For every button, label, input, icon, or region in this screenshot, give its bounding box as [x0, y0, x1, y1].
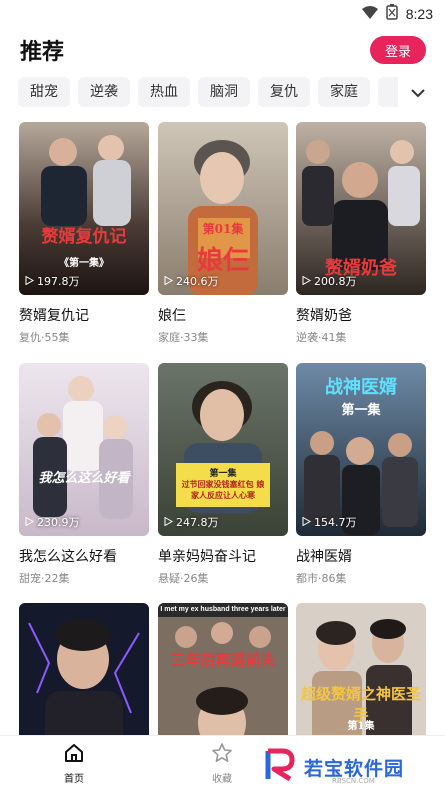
play-icon	[164, 275, 174, 288]
view-count: 240.6万	[164, 273, 219, 289]
cover-caption-sub: I met my ex husband three years later	[160, 606, 286, 613]
drama-cover[interactable]: 第一集 过节回家没钱塞红包 娘家人反应让人心寒 247.8万	[158, 363, 288, 536]
cover-caption: 我怎么这么好看	[38, 471, 130, 486]
cover-caption-sub: 《第一集》	[59, 258, 109, 269]
wifi-icon	[361, 5, 378, 24]
drama-card[interactable]: 第01集 娘仨 240.6万 娘仨 家庭·33集	[158, 122, 288, 345]
header: 推荐 登录	[0, 30, 445, 70]
play-icon	[25, 516, 35, 529]
drama-meta: 复仇·55集	[19, 331, 70, 344]
drama-title[interactable]: 赘婿复仇记	[19, 305, 149, 325]
drama-meta: 家庭·33集	[158, 331, 209, 344]
drama-cover[interactable]: 战神医婿 第一集 154.7万	[296, 363, 426, 536]
nav-favorites-label: 收藏	[212, 774, 232, 785]
login-button[interactable]: 登录	[370, 36, 426, 64]
view-count: 154.7万	[302, 514, 357, 530]
drama-title[interactable]: 我怎么这么好看	[19, 546, 149, 566]
view-count-text: 197.8万	[37, 275, 80, 288]
chevron-down-icon[interactable]	[407, 82, 429, 104]
tab-partial[interactable]	[378, 77, 398, 107]
drama-meta: 悬疑·26集	[158, 572, 209, 585]
watermark: 若宝软件园 RBSCN.COM	[262, 745, 432, 789]
drama-title[interactable]: 单亲妈妈奋斗记	[158, 546, 288, 566]
tab-revenge[interactable]: 复仇	[258, 77, 310, 107]
watermark-logo-icon	[262, 747, 298, 787]
tab-sweet[interactable]: 甜宠	[18, 77, 70, 107]
drama-meta: 逆袭·41集	[296, 331, 347, 344]
view-count-text: 247.8万	[176, 516, 219, 529]
view-count-text: 240.6万	[176, 275, 219, 288]
drama-card[interactable]: 战神医婿 第一集 154.7万 战神医婿 都市·86集	[296, 363, 426, 586]
view-count-text: 154.7万	[314, 516, 357, 529]
tab-fantasy[interactable]: 脑洞	[198, 77, 250, 107]
drama-card[interactable]: 赘婿复仇记 《第一集》 197.8万 赘婿复仇记 复仇·55集	[19, 122, 149, 345]
tab-passion[interactable]: 热血	[138, 77, 190, 107]
drama-cover[interactable]: 赘婿复仇记 《第一集》 197.8万	[19, 122, 149, 295]
play-icon	[164, 516, 174, 529]
cover-caption: 赘婿复仇记	[41, 227, 127, 247]
nav-home-label: 首页	[64, 774, 84, 785]
battery-icon	[386, 4, 398, 24]
view-count: 230.9万	[25, 514, 80, 530]
nav-favorites[interactable]: 收藏	[192, 742, 252, 785]
tab-family[interactable]: 家庭	[318, 77, 370, 107]
star-icon	[211, 743, 233, 768]
cover-caption-sub: 第一集	[209, 469, 237, 479]
view-count-text: 230.9万	[37, 516, 80, 529]
nav-home[interactable]: 首页	[44, 742, 104, 785]
view-count: 247.8万	[164, 514, 219, 530]
drama-title[interactable]: 赘婿奶爸	[296, 305, 426, 325]
cover-caption-sub: 第一集	[341, 403, 381, 418]
cover-caption-sub: 第1集	[347, 721, 375, 732]
drama-cover[interactable]: 我怎么这么好看 230.9万	[19, 363, 149, 536]
play-icon	[302, 516, 312, 529]
page-title: 推荐	[20, 40, 65, 65]
drama-cover[interactable]: 赘婿奶爸 200.8万	[296, 122, 426, 295]
cover-caption: 三年后再遇前夫	[170, 651, 276, 669]
cover-caption: 过节回家没钱塞红包 娘家人反应让人心寒	[181, 479, 265, 500]
category-tabs: 甜宠 逆袭 热血 脑洞 复仇 家庭	[18, 77, 398, 109]
watermark-sub: RBSCN.COM	[332, 777, 375, 785]
drama-card[interactable]: 我怎么这么好看 230.9万 我怎么这么好看 甜宠·22集	[19, 363, 149, 586]
drama-card[interactable]: 第一集 过节回家没钱塞红包 娘家人反应让人心寒 247.8万 单亲妈妈奋斗记 悬…	[158, 363, 288, 586]
view-count: 197.8万	[25, 273, 80, 289]
cover-caption: 战神医婿	[325, 377, 397, 398]
status-bar: 8:23	[0, 0, 445, 26]
play-icon	[302, 275, 312, 288]
drama-title[interactable]: 战神医婿	[296, 546, 426, 566]
drama-meta: 甜宠·22集	[19, 572, 70, 585]
view-count-text: 200.8万	[314, 275, 357, 288]
tab-comeback[interactable]: 逆袭	[78, 77, 130, 107]
status-icons: 8:23	[361, 4, 433, 24]
drama-title[interactable]: 娘仨	[158, 305, 288, 325]
play-icon	[25, 275, 35, 288]
drama-card[interactable]: 赘婿奶爸 200.8万 赘婿奶爸 逆袭·41集	[296, 122, 426, 345]
status-time: 8:23	[405, 6, 433, 22]
drama-meta: 都市·86集	[296, 572, 347, 585]
cover-caption: 娘仨	[196, 246, 249, 276]
cover-caption-sub: 第01集	[202, 222, 244, 236]
home-icon	[63, 744, 85, 768]
view-count: 200.8万	[302, 273, 357, 289]
drama-cover[interactable]: 第01集 娘仨 240.6万	[158, 122, 288, 295]
